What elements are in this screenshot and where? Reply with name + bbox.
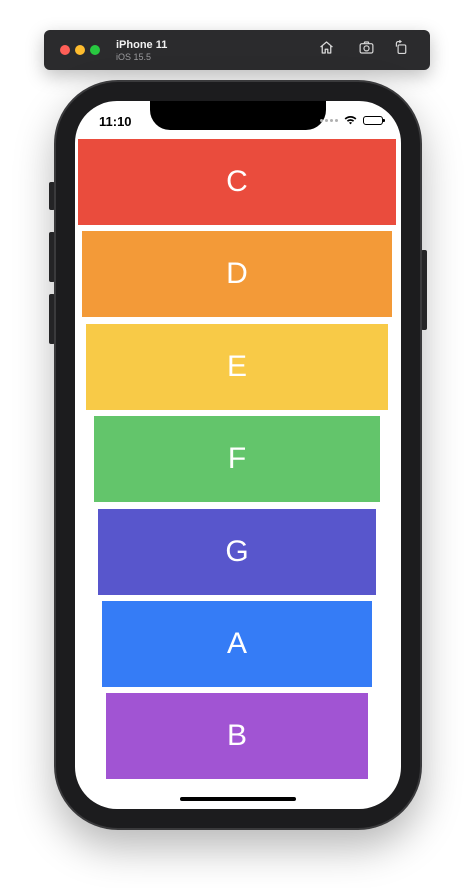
card-b[interactable]: B [106,693,368,779]
card-label: B [226,719,247,752]
card-label: A [226,627,247,660]
card-label: E [226,350,247,383]
close-window-button[interactable] [60,45,70,55]
os-version: iOS 15.5 [116,52,152,62]
notch [150,101,326,130]
home-indicator[interactable] [180,797,296,801]
card-label: F [227,442,247,475]
screenshot-button[interactable] [356,40,376,60]
card-label: G [225,535,249,568]
device-name: iPhone 11 [116,39,168,51]
wifi-icon [344,115,357,125]
screenshot-icon [358,39,375,61]
card-label: C [226,165,248,198]
card-f[interactable]: F [94,416,380,502]
battery-icon [363,115,385,125]
card-e[interactable]: E [86,324,388,410]
rotate-button[interactable] [391,39,411,61]
home-button[interactable] [316,40,336,60]
status-time: 11:10 [99,114,132,129]
simulator-toolbar: iPhone 11 iOS 15.5 [44,30,430,70]
minimize-window-button[interactable] [75,45,85,55]
card-g[interactable]: G [98,509,376,595]
device-screen: 11:10 C D E F G A B [75,101,401,809]
zoom-window-button[interactable] [90,45,100,55]
rotate-icon [393,39,410,61]
signal-icon [320,118,338,122]
status-icons [320,115,385,125]
card-label: D [226,257,248,290]
home-icon [318,39,335,61]
card-d[interactable]: D [82,231,392,317]
card-a[interactable]: A [102,601,372,687]
card-c[interactable]: C [78,139,396,225]
